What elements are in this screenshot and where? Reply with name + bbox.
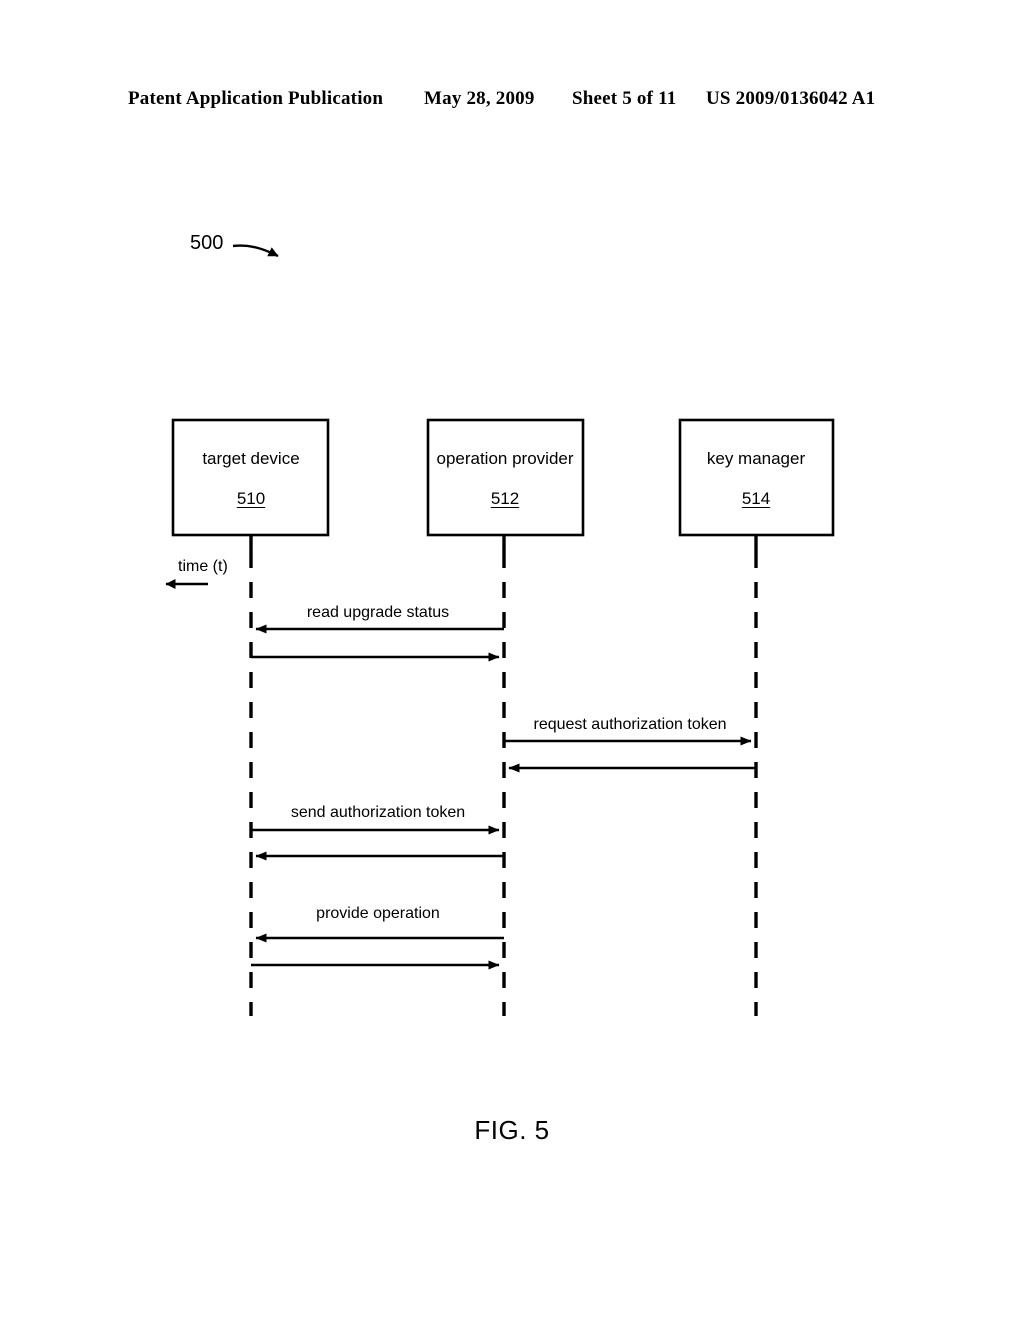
participant-box-key-manager — [678, 418, 835, 537]
participant-label-target-device: target device — [202, 449, 300, 468]
reference-numeral-500: 500 — [190, 232, 224, 254]
participant-label-operation-provider: operation provider — [436, 449, 574, 468]
participant-number-operation-provider: 512 — [490, 489, 520, 508]
reference-leader-500 — [232, 244, 279, 258]
sequence-diagram-figure: 500 target device 510 operation provider… — [0, 0, 1024, 1320]
figure-caption: FIG. 5 — [474, 1115, 550, 1145]
participant-label-key-manager: key manager — [706, 449, 806, 468]
message-label-send-authorization-token: send authorization token — [290, 804, 466, 821]
participant-box-target-device — [171, 418, 330, 537]
time-axis-label: time (t) — [178, 558, 228, 575]
participant-box-operation-provider — [426, 418, 585, 537]
participant-number-key-manager: 514 — [741, 489, 771, 508]
message-label-request-authorization-token: request authorization token — [533, 716, 727, 733]
message-label-provide-operation: provide operation — [316, 905, 440, 922]
message-label-read-upgrade-status: read upgrade status — [306, 604, 450, 621]
participant-number-target-device: 510 — [236, 489, 266, 508]
